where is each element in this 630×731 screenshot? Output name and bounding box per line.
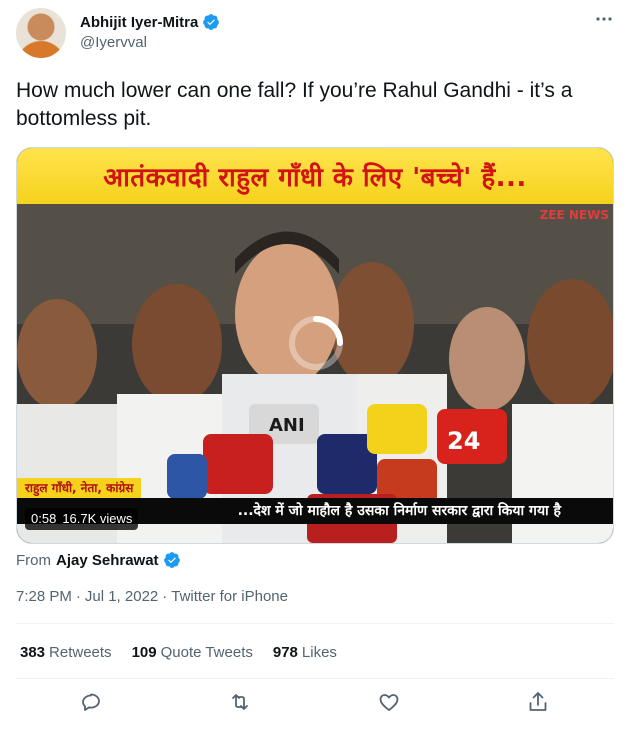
- tweet: Abhijit Iyer-Mitra @Iyervval How much lo…: [0, 0, 630, 731]
- author-handle[interactable]: @Iyervval: [80, 34, 147, 51]
- more-icon[interactable]: [594, 10, 614, 28]
- tweet-time[interactable]: 7:28 PM: [16, 588, 72, 605]
- verified-badge-icon: [203, 14, 220, 30]
- mic-label-ani: ANI: [269, 415, 305, 436]
- verified-badge-icon: [163, 552, 180, 568]
- share-icon[interactable]: [526, 690, 550, 714]
- mic-label-24: 24: [447, 427, 480, 455]
- video-headline-banner: आतंकवादी राहुल गाँधी के लिए 'बच्चे' हैं.…: [17, 148, 613, 204]
- avatar[interactable]: [16, 8, 66, 58]
- tweet-client[interactable]: Twitter for iPhone: [171, 588, 288, 605]
- tweet-meta: 7:28 PM · Jul 1, 2022 · Twitter for iPho…: [16, 588, 288, 605]
- name-strap: राहुल गाँधी, नेता, कांग्रेस: [17, 478, 142, 498]
- video-duration-badge: 0:58 16.7K views: [25, 508, 139, 530]
- quote-tweets-stat[interactable]: 109 Quote Tweets: [132, 644, 253, 661]
- author-name-row: Abhijit Iyer-Mitra: [80, 13, 220, 31]
- divider: [16, 678, 614, 679]
- video-duration: 0:58: [31, 511, 57, 526]
- like-icon[interactable]: [377, 690, 401, 714]
- media-source-name[interactable]: Ajay Sehrawat: [56, 552, 159, 569]
- video-views: 16.7K views: [62, 511, 133, 526]
- tweet-actions: [0, 690, 630, 720]
- meta-separator: ·: [162, 588, 168, 605]
- loading-spinner-icon: [289, 316, 343, 370]
- channel-logo: ZEE NEWS: [539, 208, 609, 222]
- reply-icon[interactable]: [79, 690, 103, 714]
- retweet-icon[interactable]: [228, 690, 252, 714]
- meta-separator: ·: [75, 588, 81, 605]
- media-source-row: From Ajay Sehrawat: [16, 551, 181, 569]
- engagement-stats: 383 Retweets 109 Quote Tweets 978 Likes: [20, 644, 337, 661]
- video-headline-text: आतंकवादी राहुल गाँधी के लिए 'बच्चे' हैं.…: [103, 163, 527, 193]
- video-player[interactable]: आतंकवादी राहुल गाँधी के लिए 'बच्चे' हैं.…: [16, 147, 614, 544]
- divider: [16, 623, 614, 624]
- tweet-date[interactable]: Jul 1, 2022: [85, 588, 158, 605]
- media-source-label: From: [16, 551, 51, 569]
- tweet-text: How much lower can one fall? If you’re R…: [16, 79, 573, 130]
- author-display-name[interactable]: Abhijit Iyer-Mitra: [80, 14, 198, 31]
- retweets-stat[interactable]: 383 Retweets: [20, 644, 112, 661]
- likes-stat[interactable]: 978 Likes: [273, 644, 337, 661]
